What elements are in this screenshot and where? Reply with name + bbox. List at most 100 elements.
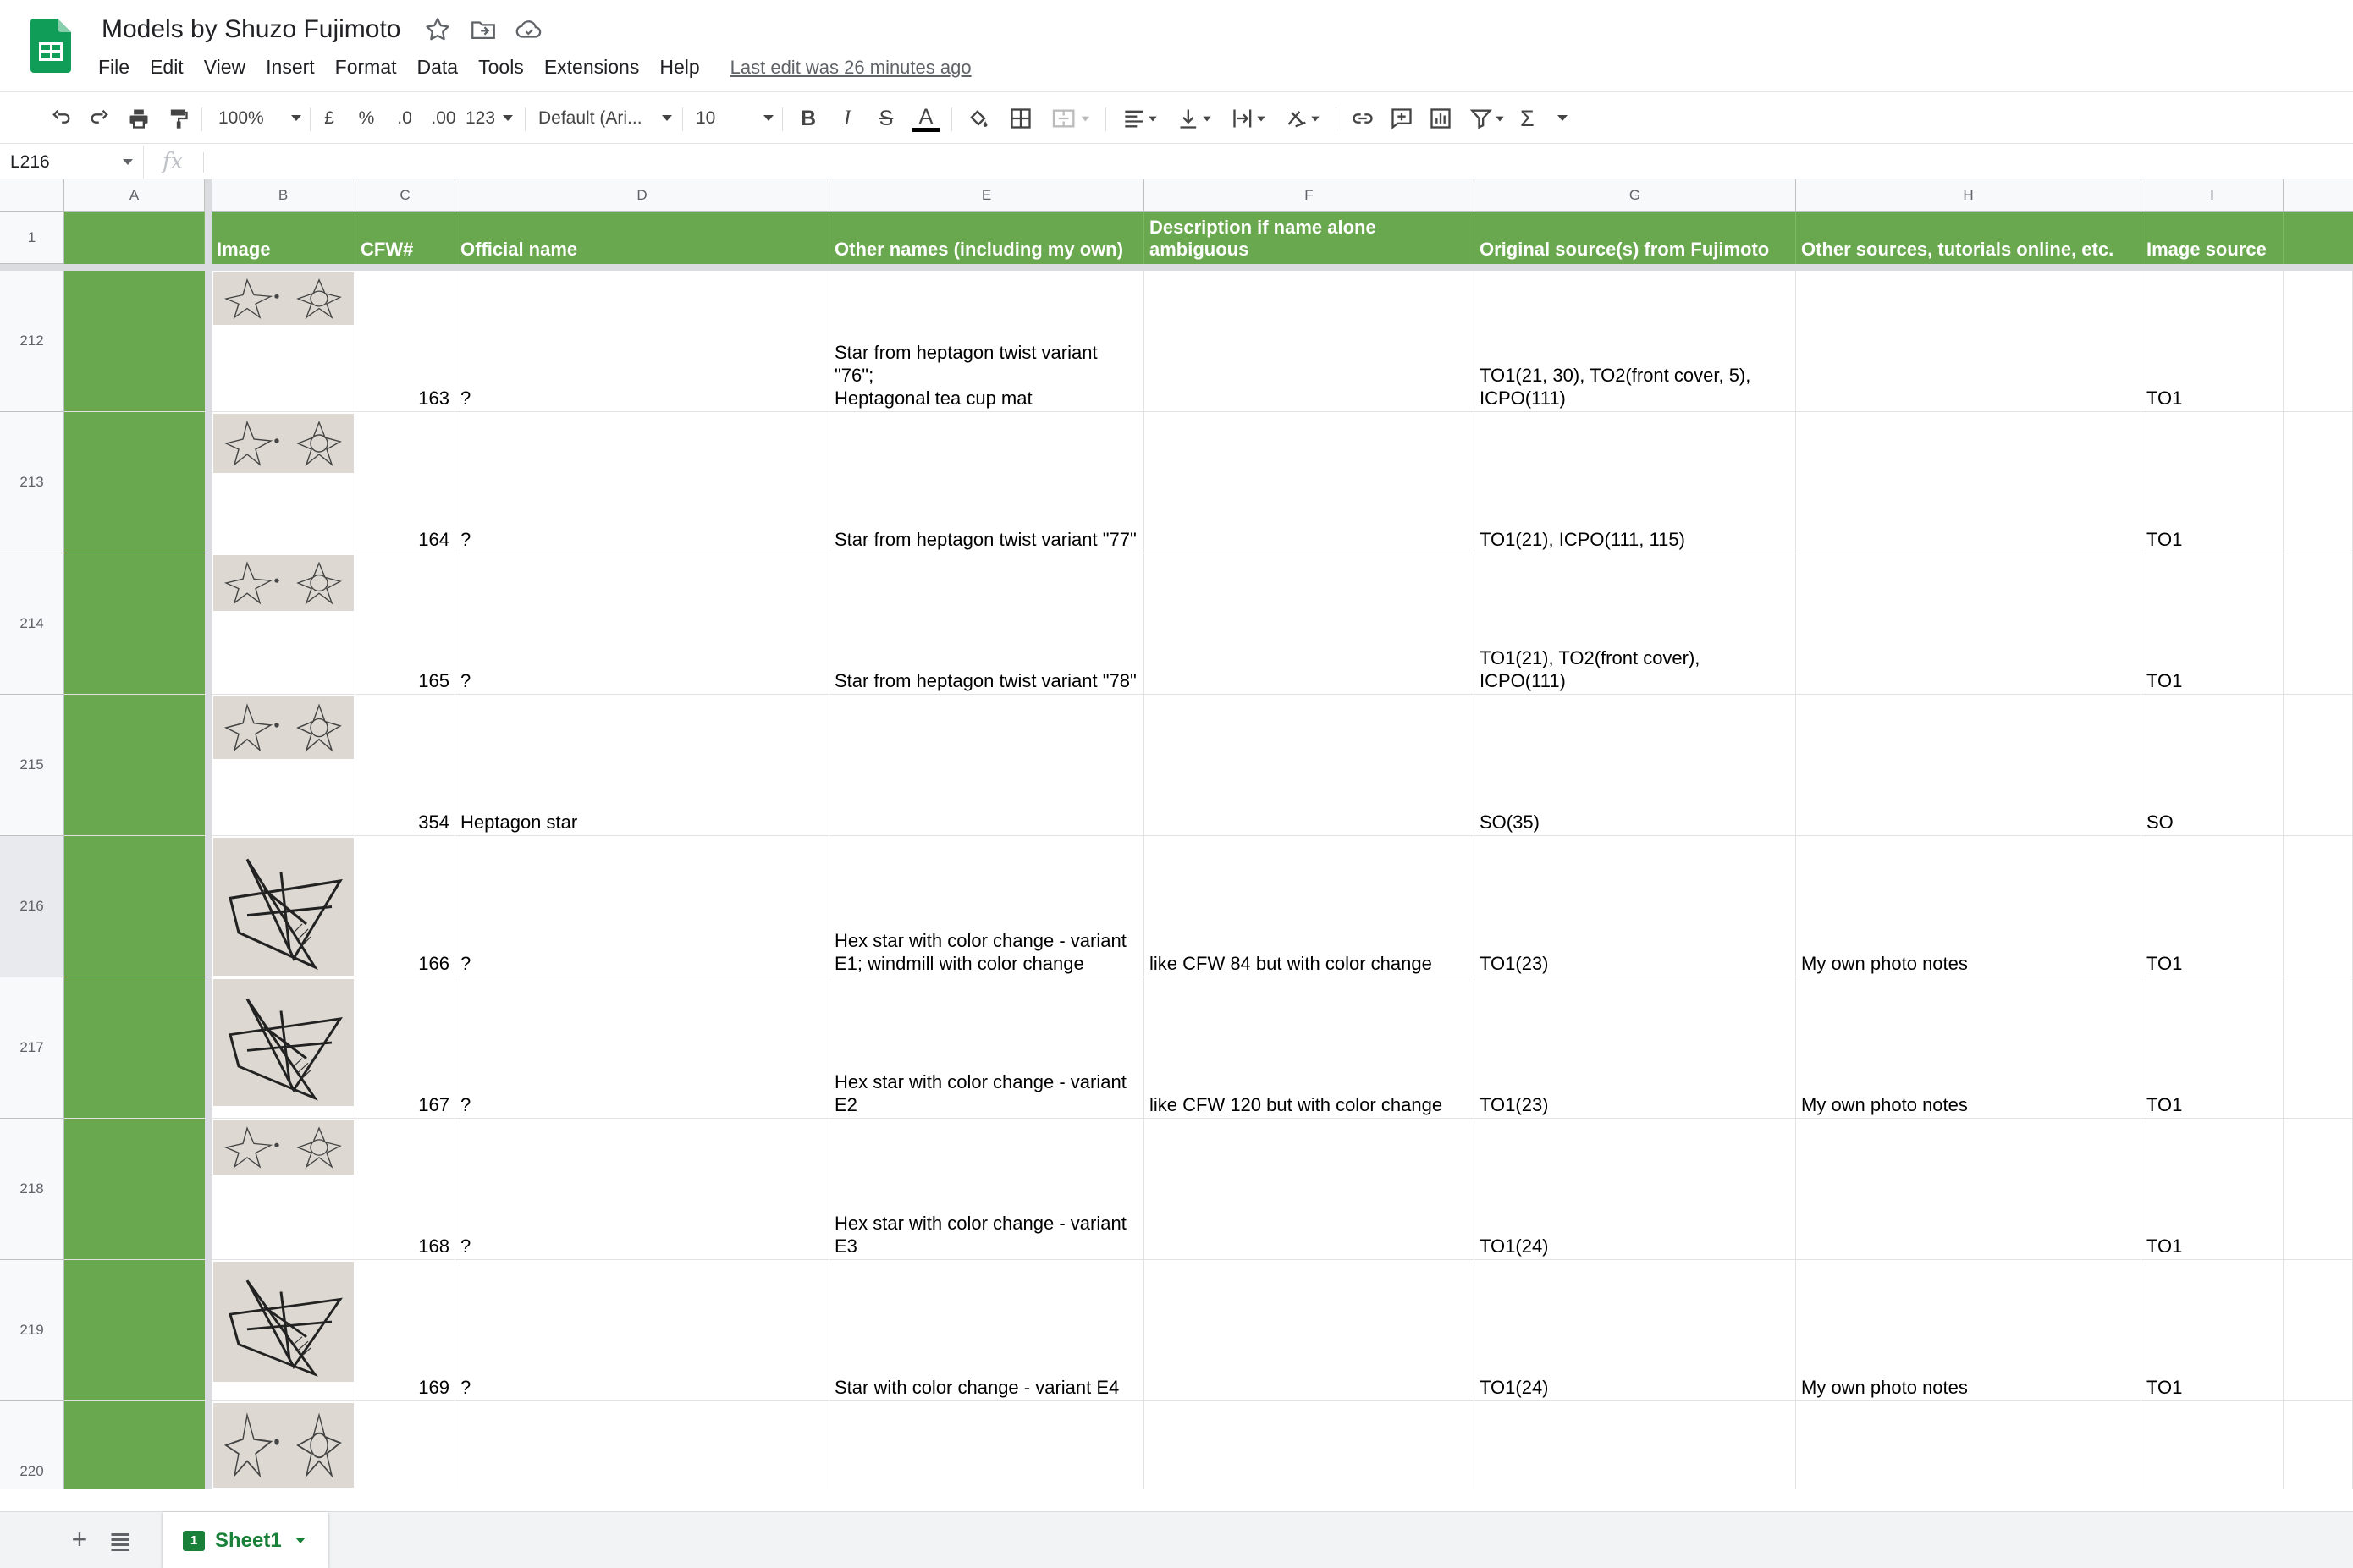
origami-diagram-image[interactable] [213,1403,354,1488]
cell-official-name[interactable]: ? [455,977,829,1119]
frozen-row-divider[interactable] [0,264,2353,271]
select-all-corner[interactable] [0,179,64,212]
header-cell-other-names[interactable]: Other names (including my own) [829,212,1144,264]
cell-cfw[interactable]: 168 [355,1119,455,1260]
menu-file[interactable]: File [88,52,140,82]
add-sheet-button[interactable]: + [64,1524,95,1554]
header-cell-image-source[interactable]: Image source [2141,212,2284,264]
insert-chart-icon[interactable] [1424,101,1458,136]
cell-cfw[interactable]: 164 [355,412,455,553]
row-header-219[interactable]: 219 [0,1260,64,1401]
cell-official-name[interactable]: ? [455,271,829,412]
cell-j[interactable] [2284,271,2353,412]
insert-link-icon[interactable] [1346,101,1380,136]
cell-original-source[interactable]: TO1(21), ICPO(111, 115) [1474,412,1796,553]
cell-image-source[interactable]: SO [2141,695,2284,836]
cell-other-sources[interactable] [1796,553,2141,695]
cell-image-source[interactable]: TO1 [2141,977,2284,1119]
cell-j[interactable] [2284,412,2353,553]
cell-a[interactable] [64,271,205,412]
origami-diagram-image[interactable] [213,555,354,611]
header-cell-official-name[interactable]: Official name [455,212,829,264]
row-header-213[interactable]: 213 [0,412,64,553]
text-rotation-icon[interactable] [1280,101,1327,136]
cell-other-sources[interactable]: My own photo notes [1796,977,2141,1119]
menu-view[interactable]: View [194,52,256,82]
horizontal-align-icon[interactable] [1117,101,1165,136]
row-header-216[interactable]: 216 [0,836,64,977]
cell-other-names[interactable]: Star from heptagon twist variant "77" [829,412,1144,553]
cell-other-sources[interactable] [1796,271,2141,412]
column-header-b[interactable]: B [212,179,355,212]
row-header-217[interactable]: 217 [0,977,64,1119]
cell-a[interactable] [64,1119,205,1260]
cell-official-name[interactable]: ? [455,1119,829,1260]
increase-decimal-button[interactable]: .00 [427,101,460,136]
cell-j[interactable] [2284,1401,2353,1489]
currency-button[interactable]: £ [317,101,342,136]
borders-icon[interactable] [1004,101,1038,136]
row-header-214[interactable]: 214 [0,553,64,695]
cell-other-names[interactable]: Star from heptagon twist variant "78" [829,553,1144,695]
frozen-column-divider[interactable] [205,179,212,1489]
cell-cfw[interactable] [355,1401,455,1489]
cell-original-source[interactable]: TO1(21), TO2(front cover), ICPO(111) [1474,553,1796,695]
header-cell-original-source[interactable]: Original source(s) from Fujimoto [1474,212,1796,264]
cell-other-sources[interactable] [1796,1401,2141,1489]
origami-diagram-image[interactable] [213,1262,354,1382]
filter-icon[interactable] [1464,101,1512,136]
origami-diagram-image[interactable] [213,696,354,759]
last-edit-link[interactable]: Last edit was 26 minutes ago [730,57,972,79]
cell-other-sources[interactable]: My own photo notes [1796,1260,2141,1401]
cell-image-source[interactable]: TO1 [2141,836,2284,977]
menu-edit[interactable]: Edit [140,52,194,82]
more-formats-button[interactable]: 123 [466,101,513,136]
cell-other-names[interactable]: Hex star with color change - variant E3 [829,1119,1144,1260]
cell-official-name[interactable]: Heptagon star [455,695,829,836]
cell-official-name[interactable] [455,1401,829,1489]
sheet-tab-sheet1[interactable]: 1 Sheet1 [163,1512,328,1568]
cell-other-names[interactable] [829,1401,1144,1489]
cell-a[interactable] [64,1401,205,1489]
menu-tools[interactable]: Tools [468,52,534,82]
formula-input[interactable] [212,146,2353,179]
print-icon[interactable] [122,101,156,136]
cell-j[interactable] [2284,977,2353,1119]
cell-description[interactable]: like CFW 84 but with color change [1144,836,1474,977]
cell-cfw[interactable]: 169 [355,1260,455,1401]
cell-other-sources[interactable]: My own photo notes [1796,836,2141,977]
cell-original-source[interactable]: TO1(23) [1474,836,1796,977]
column-header-g[interactable]: G [1474,179,1796,212]
header-cell-cfw[interactable]: CFW# [355,212,455,264]
cell-description[interactable] [1144,695,1474,836]
zoom-select[interactable]: 100% [213,101,306,136]
row-header-220[interactable]: 220 [0,1401,64,1489]
cell-original-source[interactable]: TO1(24) [1474,1119,1796,1260]
cell-cfw[interactable]: 165 [355,553,455,695]
cell-other-names[interactable]: Hex star with color change - variant E2 [829,977,1144,1119]
row-header-215[interactable]: 215 [0,695,64,836]
all-sheets-icon[interactable] [105,1526,135,1556]
cell-description[interactable] [1144,1119,1474,1260]
font-select[interactable]: Default (Ari... [538,101,672,136]
column-header-a[interactable]: A [64,179,205,212]
header-cell-j[interactable] [2284,212,2353,264]
cell-other-names[interactable]: Star from heptagon twist variant "76"; H… [829,271,1144,412]
cell-other-sources[interactable] [1796,695,2141,836]
header-cell-image[interactable]: Image [212,212,355,264]
menu-format[interactable]: Format [325,52,407,82]
document-title[interactable]: Models by Shuzo Fujimoto [102,15,401,44]
merge-cells-icon[interactable] [1046,101,1097,136]
cell-j[interactable] [2284,1260,2353,1401]
italic-button[interactable]: I [833,101,862,136]
cell-original-source[interactable]: TO1(24) [1474,1260,1796,1401]
row-header-218[interactable]: 218 [0,1119,64,1260]
cell-cfw[interactable]: 167 [355,977,455,1119]
cell-a[interactable] [64,412,205,553]
cell-official-name[interactable]: ? [455,412,829,553]
cell-cfw[interactable]: 166 [355,836,455,977]
name-box[interactable]: L216 [0,146,144,179]
menu-help[interactable]: Help [649,52,709,82]
origami-diagram-image[interactable] [213,838,354,976]
cell-other-sources[interactable] [1796,1119,2141,1260]
